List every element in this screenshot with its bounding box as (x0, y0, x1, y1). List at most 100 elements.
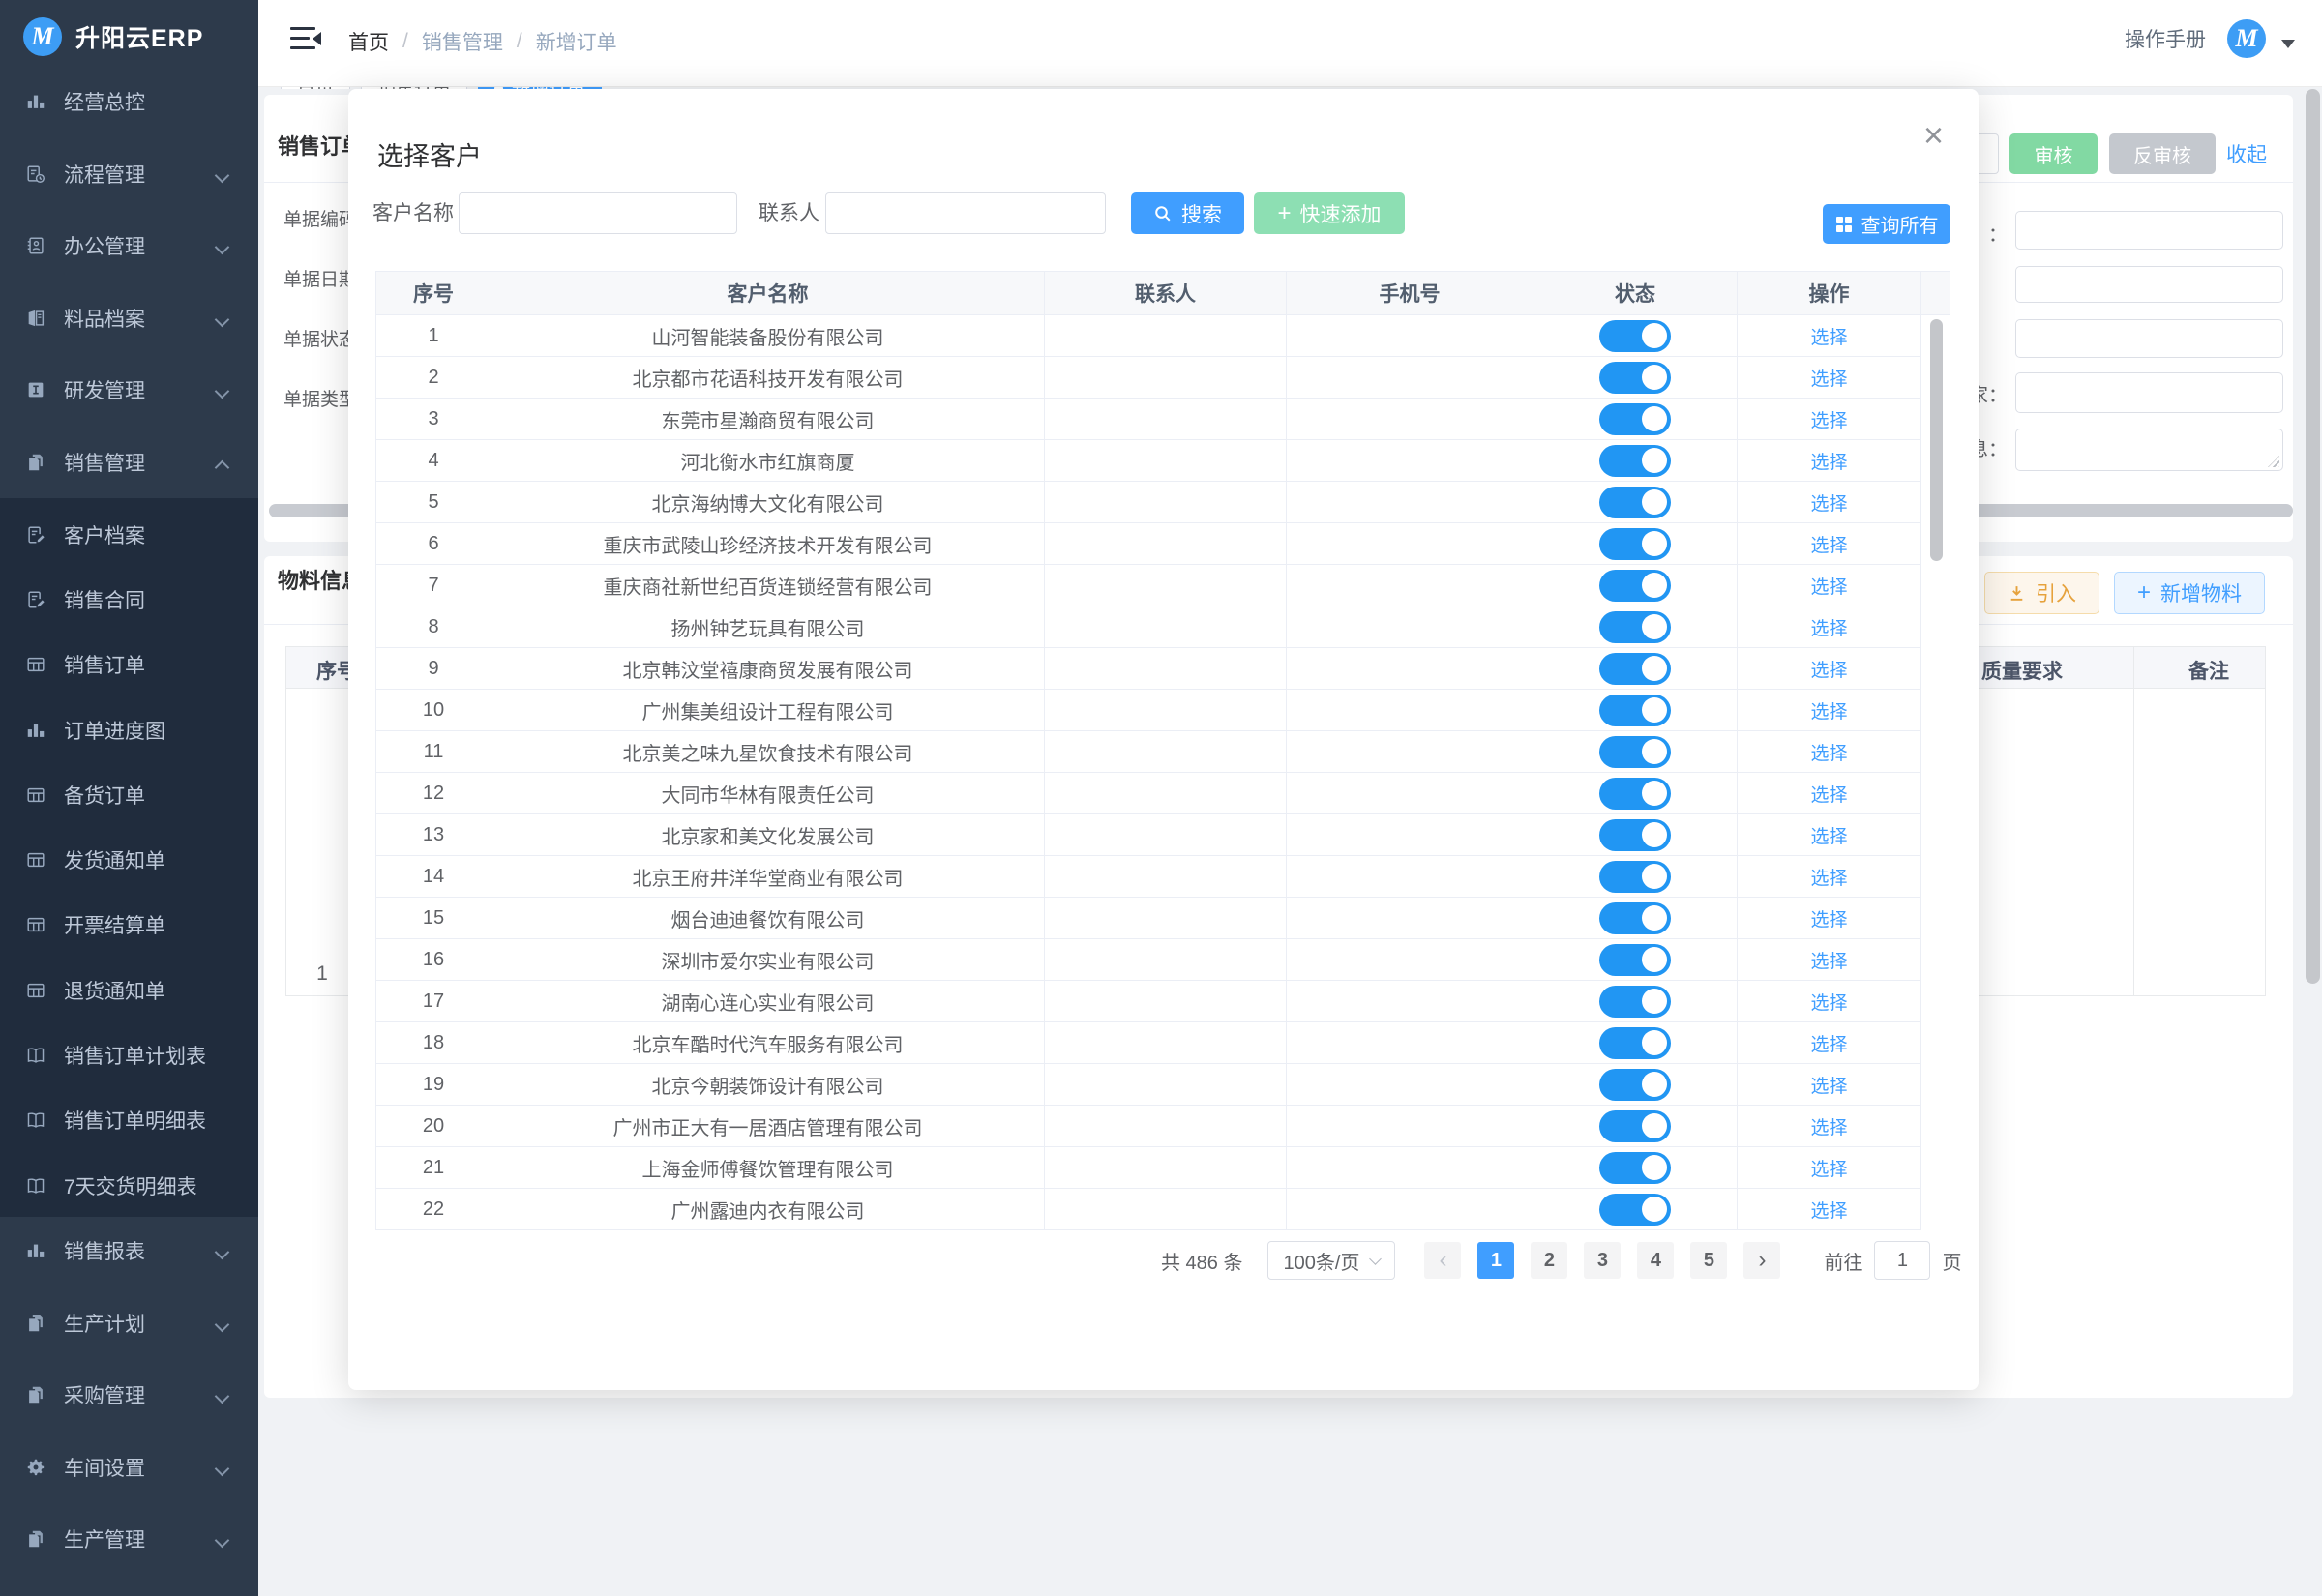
select-link[interactable]: 选择 (1810, 619, 1847, 639)
sidebar-item-生产计划[interactable]: 生产计划 (0, 1304, 258, 1343)
status-toggle[interactable] (1599, 653, 1671, 685)
collapse-menu-icon[interactable] (290, 25, 319, 52)
select-link[interactable]: 选择 (1810, 702, 1847, 723)
status-toggle[interactable] (1599, 944, 1671, 976)
select-link[interactable]: 选择 (1810, 993, 1847, 1014)
page-button-1[interactable]: 1 (1477, 1242, 1514, 1279)
status-toggle[interactable] (1599, 1110, 1671, 1142)
sidebar-item-备货订单[interactable]: 备货订单 (0, 776, 258, 814)
order-remark-textarea[interactable] (2015, 429, 2283, 471)
contact-input[interactable] (825, 192, 1106, 234)
goto-page-input[interactable] (1874, 1241, 1930, 1280)
status-toggle[interactable] (1599, 861, 1671, 893)
avatar[interactable]: M (2227, 19, 2266, 58)
select-link[interactable]: 选择 (1810, 494, 1847, 515)
audit-button[interactable]: 审核 (2009, 133, 2098, 174)
sidebar-item-销售管理[interactable]: 销售管理 (0, 443, 258, 482)
collapse-link[interactable]: 收起 (2226, 139, 2267, 168)
select-link[interactable]: 选择 (1810, 1035, 1847, 1055)
status-toggle[interactable] (1599, 570, 1671, 602)
status-toggle[interactable] (1599, 986, 1671, 1018)
status-toggle[interactable] (1599, 487, 1671, 518)
select-link[interactable]: 选择 (1810, 910, 1847, 931)
page-button-4[interactable]: 4 (1637, 1242, 1674, 1279)
select-link[interactable]: 选择 (1810, 661, 1847, 681)
status-toggle[interactable] (1599, 445, 1671, 477)
status-toggle[interactable] (1599, 403, 1671, 435)
select-link[interactable]: 选择 (1810, 1160, 1847, 1180)
sidebar-item-销售订单明细表[interactable]: 销售订单明细表 (0, 1101, 258, 1139)
order-field-1[interactable] (2015, 211, 2283, 250)
page-button-2[interactable]: 2 (1531, 1242, 1567, 1279)
select-link[interactable]: 选择 (1810, 328, 1847, 348)
status-toggle[interactable] (1599, 778, 1671, 810)
sidebar-item-销售报表[interactable]: 销售报表 (0, 1231, 258, 1270)
select-link[interactable]: 选择 (1810, 869, 1847, 889)
sidebar-item-料品档案[interactable]: 料品档案 (0, 299, 258, 338)
sidebar-item-开票结算单[interactable]: 开票结算单 (0, 905, 258, 944)
select-link[interactable]: 选择 (1810, 1118, 1847, 1138)
close-icon[interactable]: × (1923, 118, 1944, 153)
sidebar-item-销售合同[interactable]: 销售合同 (0, 580, 258, 619)
page-button-5[interactable]: 5 (1690, 1242, 1727, 1279)
status-toggle[interactable] (1599, 320, 1671, 352)
select-link[interactable]: 选择 (1810, 536, 1847, 556)
sidebar-item-办公管理[interactable]: 办公管理 (0, 226, 258, 265)
prev-page-button[interactable]: ‹ (1424, 1242, 1461, 1279)
select-link[interactable]: 选择 (1810, 411, 1847, 431)
status-toggle[interactable] (1599, 736, 1671, 768)
order-field-3[interactable] (2015, 319, 2283, 358)
status-toggle[interactable] (1599, 1069, 1671, 1101)
add-material-button[interactable]: + 新增物料 (2114, 572, 2265, 614)
page-scrollbar[interactable] (2306, 89, 2320, 984)
manual-link[interactable]: 操作手册 (2125, 24, 2206, 53)
sidebar-item-订单进度图[interactable]: 订单进度图 (0, 711, 258, 750)
sidebar-item-加工车间[interactable]: 加工车间 (0, 1592, 258, 1596)
select-link[interactable]: 选择 (1810, 952, 1847, 972)
sidebar-item-采购管理[interactable]: 采购管理 (0, 1375, 258, 1414)
page-button-3[interactable]: 3 (1584, 1242, 1621, 1279)
select-link[interactable]: 选择 (1810, 1077, 1847, 1097)
sidebar-item-销售订单[interactable]: 销售订单 (0, 645, 258, 684)
query-all-button[interactable]: 查询所有 (1823, 204, 1950, 244)
status-toggle[interactable] (1599, 528, 1671, 560)
customer-name-input[interactable] (459, 192, 737, 234)
status-toggle[interactable] (1599, 695, 1671, 726)
order-field-2[interactable] (2015, 266, 2283, 303)
quick-add-button[interactable]: + 快速添加 (1254, 192, 1405, 234)
search-button[interactable]: 搜索 (1131, 192, 1244, 234)
status-toggle[interactable] (1599, 1027, 1671, 1059)
select-link[interactable]: 选择 (1810, 744, 1847, 764)
status-toggle[interactable] (1599, 819, 1671, 851)
vertical-scrollbar[interactable] (1930, 319, 1943, 561)
sidebar-item-流程管理[interactable]: 流程管理 (0, 155, 258, 193)
status-toggle[interactable] (1599, 611, 1671, 643)
select-link[interactable]: 选择 (1810, 369, 1847, 390)
order-field-4[interactable] (2015, 372, 2283, 413)
sidebar-item-研发管理[interactable]: 研发管理 (0, 370, 258, 409)
sidebar-item-退货通知单[interactable]: 退货通知单 (0, 971, 258, 1010)
status-toggle[interactable] (1599, 902, 1671, 934)
sidebar-item-客户档案[interactable]: 客户档案 (0, 516, 258, 554)
breadcrumb-item[interactable]: 首页 (348, 27, 389, 56)
sidebar-item-经营总控[interactable]: 经营总控 (0, 82, 258, 121)
next-page-button[interactable]: › (1743, 1242, 1780, 1279)
import-button[interactable]: 引入 (1984, 572, 2099, 614)
sidebar-item-销售订单计划表[interactable]: 销售订单计划表 (0, 1036, 258, 1075)
select-link[interactable]: 选择 (1810, 827, 1847, 847)
chevron-down-icon[interactable] (2281, 40, 2295, 48)
sidebar-item-生产管理[interactable]: 生产管理 (0, 1520, 258, 1558)
sidebar-item-7天交货明细表[interactable]: 7天交货明细表 (0, 1167, 258, 1205)
select-link[interactable]: 选择 (1810, 1201, 1847, 1222)
select-link[interactable]: 选择 (1810, 577, 1847, 598)
select-link[interactable]: 选择 (1810, 453, 1847, 473)
sidebar-item-发货通知单[interactable]: 发货通知单 (0, 841, 258, 879)
resize-handle-icon[interactable] (2268, 456, 2279, 467)
status-toggle[interactable] (1599, 1152, 1671, 1184)
select-link[interactable]: 选择 (1810, 785, 1847, 806)
status-toggle[interactable] (1599, 1194, 1671, 1226)
status-toggle[interactable] (1599, 362, 1671, 394)
page-size-select[interactable]: 100条/页 (1267, 1241, 1395, 1280)
sidebar-item-车间设置[interactable]: 车间设置 (0, 1448, 258, 1487)
unaudit-button[interactable]: 反审核 (2109, 133, 2216, 174)
